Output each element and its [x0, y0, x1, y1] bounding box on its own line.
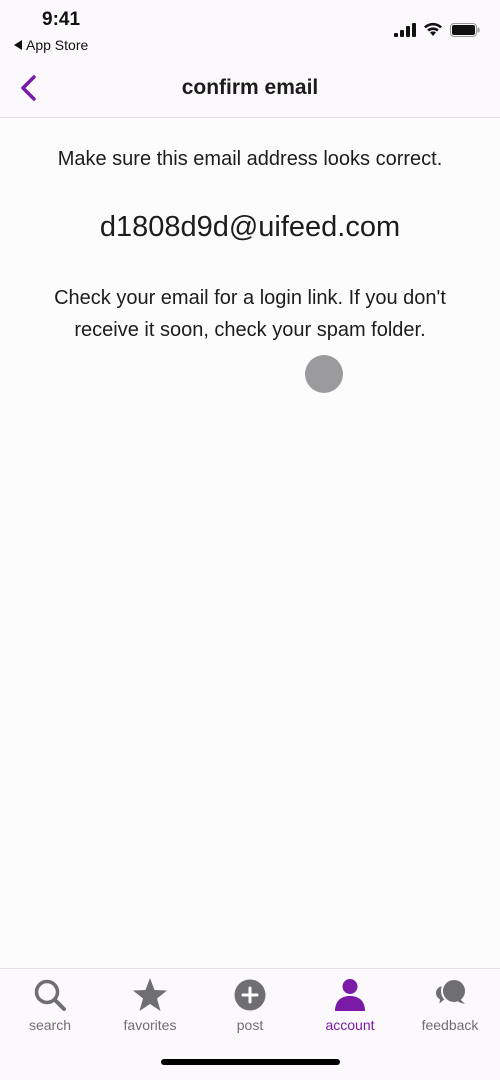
tab-label: account — [325, 1017, 375, 1033]
tab-search[interactable]: search — [0, 977, 100, 1039]
tab-label: post — [236, 1017, 264, 1033]
tab-label: feedback — [421, 1017, 479, 1033]
chat-bubbles-icon — [433, 978, 467, 1009]
navigation-bar: confirm email — [0, 62, 500, 118]
tab-post[interactable]: post — [200, 977, 300, 1039]
page-title: confirm email — [181, 76, 319, 99]
battery-icon — [450, 22, 480, 37]
back-to-app-link[interactable]: App Store — [14, 37, 88, 53]
tab-favorites[interactable]: favorites — [100, 977, 200, 1039]
instruction-text: Make sure this email address looks corre… — [57, 148, 443, 170]
status-icons — [394, 22, 480, 37]
wifi-icon — [424, 22, 442, 36]
back-triangle-icon — [14, 40, 22, 50]
tab-label: search — [28, 1017, 72, 1033]
plus-circle-icon — [234, 979, 266, 1011]
tab-feedback[interactable]: feedback — [400, 977, 500, 1039]
person-icon — [335, 979, 365, 1011]
home-indicator[interactable] — [161, 1059, 340, 1065]
email-address: d1808d9d@uifeed.com — [99, 211, 401, 243]
status-bar: 9:41 App Store — [0, 0, 500, 62]
search-icon — [34, 979, 66, 1011]
info-text: Check your email for a login link. If yo… — [54, 287, 446, 341]
star-icon — [133, 978, 167, 1011]
loading-indicator — [305, 355, 343, 393]
tab-account[interactable]: account — [300, 977, 400, 1039]
back-app-label: App Store — [26, 37, 89, 53]
cellular-signal-icon — [394, 22, 416, 37]
status-time: 9:41 — [42, 9, 81, 30]
tab-label: favorites — [123, 1017, 177, 1033]
